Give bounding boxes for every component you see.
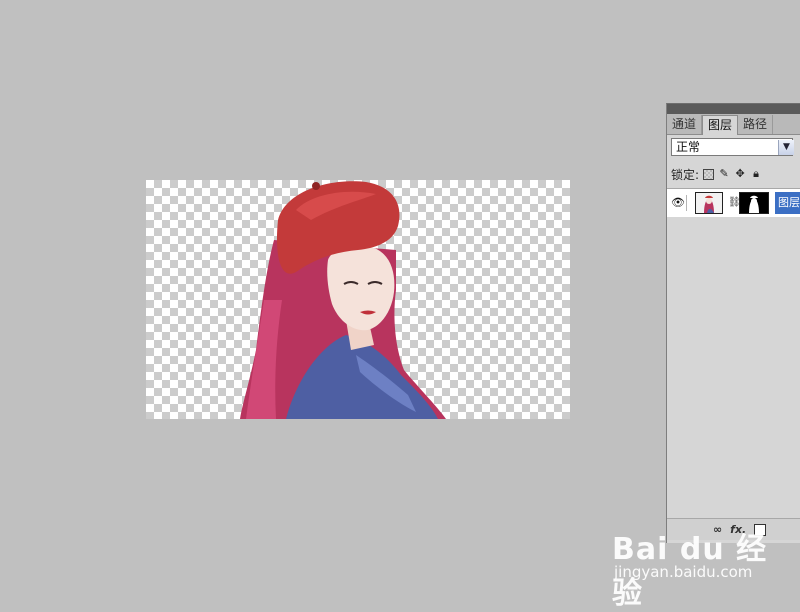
lock-label: 锁定: bbox=[671, 167, 700, 182]
layers-panel: 通道 图层 路径 正常 ▼ 7 锁定: ✎ ✥ 🔒︎ 👁︎ bbox=[666, 103, 800, 543]
layer-mask-image bbox=[749, 195, 759, 213]
lock-position-icon[interactable]: ✥ bbox=[734, 168, 746, 180]
blend-mode-value: 正常 bbox=[676, 140, 701, 154]
blend-mode-dropdown[interactable]: 正常 ▼ bbox=[671, 138, 794, 156]
watermark-url: jingyan.baidu.com bbox=[614, 563, 753, 581]
tab-paths[interactable]: 路径 bbox=[738, 115, 774, 134]
lock-row: 锁定: ✎ ✥ 🔒︎ bbox=[671, 166, 762, 182]
document-canvas[interactable] bbox=[146, 180, 570, 419]
tab-channels[interactable]: 通道 bbox=[667, 115, 703, 134]
lock-image-pixels-icon[interactable]: ✎ bbox=[718, 168, 730, 180]
layer-mask-thumbnail[interactable] bbox=[739, 192, 769, 214]
chevron-down-icon[interactable]: ▼ bbox=[778, 140, 794, 155]
panel-tabs: 通道 图层 路径 bbox=[667, 114, 800, 135]
lock-all-icon[interactable]: 🔒︎ bbox=[750, 168, 762, 180]
layers-list: 👁︎ ⛓︎ 图层 bbox=[667, 188, 800, 519]
panel-title-bar[interactable] bbox=[667, 104, 800, 114]
tab-layers[interactable]: 图层 bbox=[702, 115, 739, 135]
layer-row[interactable]: 👁︎ ⛓︎ 图层 bbox=[667, 189, 800, 217]
layer-thumbnail[interactable] bbox=[695, 192, 723, 214]
layer-name[interactable]: 图层 bbox=[775, 192, 800, 214]
blend-mode-row: 正常 ▼ 7 bbox=[671, 138, 800, 158]
layer-thumbnail-image bbox=[696, 193, 722, 213]
watermark: Bai du 经验 jingyan.baidu.com bbox=[612, 514, 792, 611]
portrait-cutout-image bbox=[240, 181, 446, 419]
eye-icon[interactable]: 👁︎ bbox=[670, 195, 687, 211]
lock-transparent-pixels-icon[interactable] bbox=[703, 168, 715, 180]
